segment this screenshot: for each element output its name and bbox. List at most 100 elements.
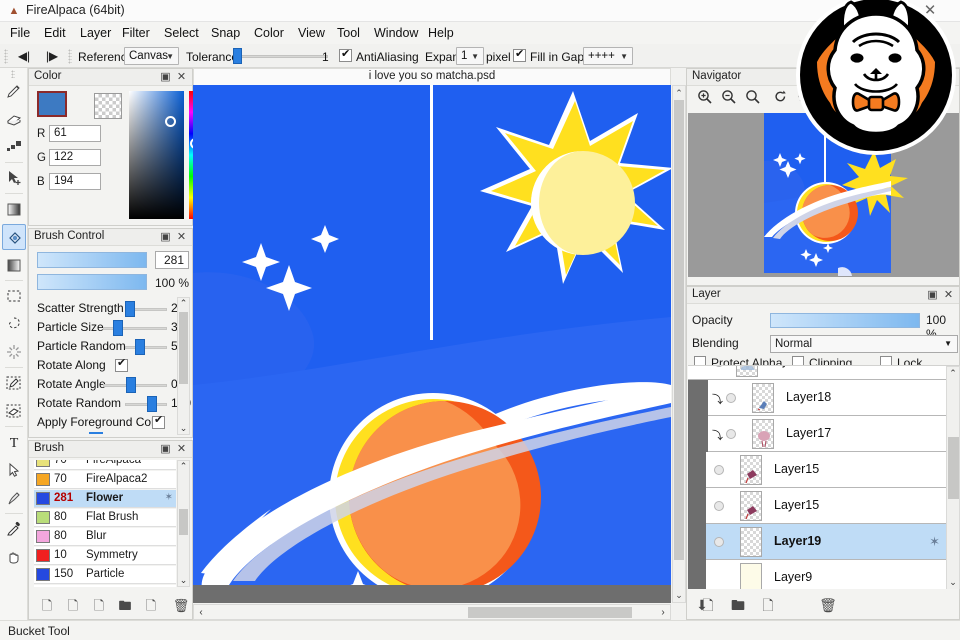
- artwork-canvas[interactable]: [193, 85, 671, 603]
- list-item-selected[interactable]: 281 Flower ✶: [34, 490, 176, 508]
- menu-filter[interactable]: Filter: [118, 25, 154, 42]
- visibility-toggle[interactable]: [714, 501, 724, 511]
- brush-opacity-slider[interactable]: [37, 274, 147, 290]
- select-rect-tool[interactable]: [2, 283, 26, 309]
- gradient2-tool[interactable]: [2, 252, 26, 278]
- color-panel-collapse-icon[interactable]: ▣: [159, 70, 172, 83]
- menu-window[interactable]: Window: [370, 25, 422, 42]
- brush-control-close-icon[interactable]: ✕: [175, 230, 188, 243]
- dot-tool[interactable]: [2, 134, 26, 160]
- layer-list-scrollbar[interactable]: ⌃ ⌄: [946, 366, 960, 589]
- brush-list-collapse-icon[interactable]: ▣: [159, 442, 172, 455]
- script-brush-icon[interactable]: 🗋: [89, 597, 109, 615]
- gear-icon[interactable]: ✶: [165, 492, 173, 503]
- reference-select[interactable]: Canvas ▼: [124, 47, 179, 65]
- document-tab[interactable]: i love you so matcha.psd: [193, 68, 671, 85]
- table-row-selected[interactable]: Layer19 ✶: [706, 524, 946, 560]
- next-step-button[interactable]: |▶: [40, 48, 64, 65]
- rotate-icon[interactable]: [769, 89, 791, 109]
- prev-step-button[interactable]: ◀|: [12, 48, 36, 65]
- scroll-down-arrow[interactable]: ⌄: [178, 423, 189, 434]
- magic-wand-tool[interactable]: [2, 339, 26, 365]
- folder-icon[interactable]: 🖿: [115, 597, 135, 615]
- scroll-up-arrow[interactable]: ⌃: [178, 461, 189, 472]
- transparent-swatch[interactable]: [94, 93, 122, 119]
- color-g-input[interactable]: 122: [49, 149, 101, 166]
- visibility-toggle[interactable]: [714, 537, 724, 547]
- scroll-thumb[interactable]: [179, 312, 188, 384]
- move-tool[interactable]: [2, 165, 26, 191]
- scroll-left-arrow[interactable]: ‹: [195, 606, 207, 619]
- minimize-button[interactable]: —: [839, 0, 869, 22]
- brush-control-resize-handle[interactable]: [89, 432, 103, 434]
- object-tool[interactable]: [2, 457, 26, 483]
- layer-list[interactable]: Layer14 ⤵ Layer18 ⤵ Layer17: [688, 365, 960, 589]
- layer-panel-close-icon[interactable]: ✕: [942, 288, 955, 301]
- delete-layer-icon[interactable]: 🗑: [817, 595, 839, 615]
- list-item[interactable]: 70 FireAlpaca2: [34, 471, 176, 489]
- navigator-preview[interactable]: [688, 113, 959, 277]
- new-folder-icon[interactable]: 🖿: [727, 595, 749, 615]
- eyedropper-tool[interactable]: [2, 516, 26, 542]
- duplicate-layer-icon[interactable]: 🗋: [757, 595, 779, 615]
- pen-tool[interactable]: [2, 78, 26, 104]
- scroll-down-arrow[interactable]: ⌄: [674, 589, 684, 601]
- color-b-input[interactable]: 194: [49, 173, 101, 190]
- brush-list-scrollbar[interactable]: ⌃ ⌄: [177, 460, 190, 587]
- menu-view[interactable]: View: [294, 25, 329, 42]
- delete-icon[interactable]: 🗑: [171, 597, 191, 615]
- brush-tool[interactable]: [2, 485, 26, 511]
- table-row[interactable]: Layer15: [706, 488, 946, 524]
- list-item[interactable]: 72 Arrow: [34, 585, 176, 587]
- toolbar-grip-2[interactable]: [68, 49, 72, 64]
- canvas-horizontal-scrollbar[interactable]: ‹ ›: [193, 604, 671, 620]
- visibility-toggle[interactable]: [726, 429, 736, 439]
- duplicate-icon[interactable]: 🗋: [141, 597, 161, 615]
- visibility-toggle[interactable]: [726, 393, 736, 403]
- visibility-toggle[interactable]: [714, 365, 724, 367]
- fill-gaps-checkbox[interactable]: [513, 49, 526, 62]
- param-slider-thumb[interactable]: [147, 396, 157, 412]
- table-row[interactable]: Layer14: [688, 365, 946, 380]
- rotate-along-checkbox[interactable]: [115, 359, 128, 372]
- param-slider-track[interactable]: [125, 403, 167, 406]
- brush-control-collapse-icon[interactable]: ▣: [159, 230, 172, 243]
- visibility-toggle[interactable]: [714, 465, 724, 475]
- text-tool[interactable]: T: [2, 429, 26, 455]
- saturation-value-field[interactable]: [129, 91, 184, 219]
- menu-layer[interactable]: Layer: [76, 25, 115, 42]
- menu-file[interactable]: File: [6, 25, 34, 42]
- scroll-up-arrow[interactable]: ⌃: [947, 368, 959, 379]
- scroll-up-arrow[interactable]: ⌃: [674, 87, 684, 99]
- sv-cursor[interactable]: [165, 116, 176, 127]
- brush-list-close-icon[interactable]: ✕: [175, 442, 188, 455]
- menu-tool[interactable]: Tool: [333, 25, 364, 42]
- import-brush-icon[interactable]: 🗋: [63, 597, 83, 615]
- select-pen-tool[interactable]: [2, 370, 26, 396]
- select-eraser-tool[interactable]: [2, 398, 26, 424]
- bucket-tool[interactable]: [2, 224, 26, 250]
- menu-snap[interactable]: Snap: [207, 25, 244, 42]
- zoom-out-icon[interactable]: [717, 89, 739, 109]
- gradient-tool[interactable]: [2, 196, 26, 222]
- lasso-tool[interactable]: [2, 311, 26, 337]
- scroll-up-arrow[interactable]: ⌃: [178, 298, 189, 309]
- brush-size-slider[interactable]: [37, 252, 147, 268]
- scroll-thumb[interactable]: [468, 607, 632, 618]
- table-row[interactable]: Layer9: [706, 560, 946, 589]
- apply-foreground-checkbox[interactable]: [152, 416, 165, 429]
- new-brush-icon[interactable]: 🗋: [37, 597, 57, 615]
- menu-help[interactable]: Help: [424, 25, 458, 42]
- table-row[interactable]: ⤵ Layer17: [708, 416, 946, 452]
- scroll-thumb[interactable]: [179, 509, 188, 535]
- opacity-slider[interactable]: [770, 313, 920, 328]
- scroll-down-arrow[interactable]: ⌄: [947, 577, 959, 588]
- brush-control-scrollbar[interactable]: ⌃ ⌄: [177, 297, 190, 435]
- eraser-tool[interactable]: [2, 106, 26, 132]
- param-slider-thumb[interactable]: [113, 320, 123, 336]
- tolerance-slider-track[interactable]: [233, 55, 328, 58]
- list-item[interactable]: 80 Blur: [34, 528, 176, 546]
- merge-down-icon[interactable]: ⬇: [691, 595, 713, 615]
- param-slider-thumb[interactable]: [135, 339, 145, 355]
- scroll-thumb[interactable]: [674, 100, 684, 560]
